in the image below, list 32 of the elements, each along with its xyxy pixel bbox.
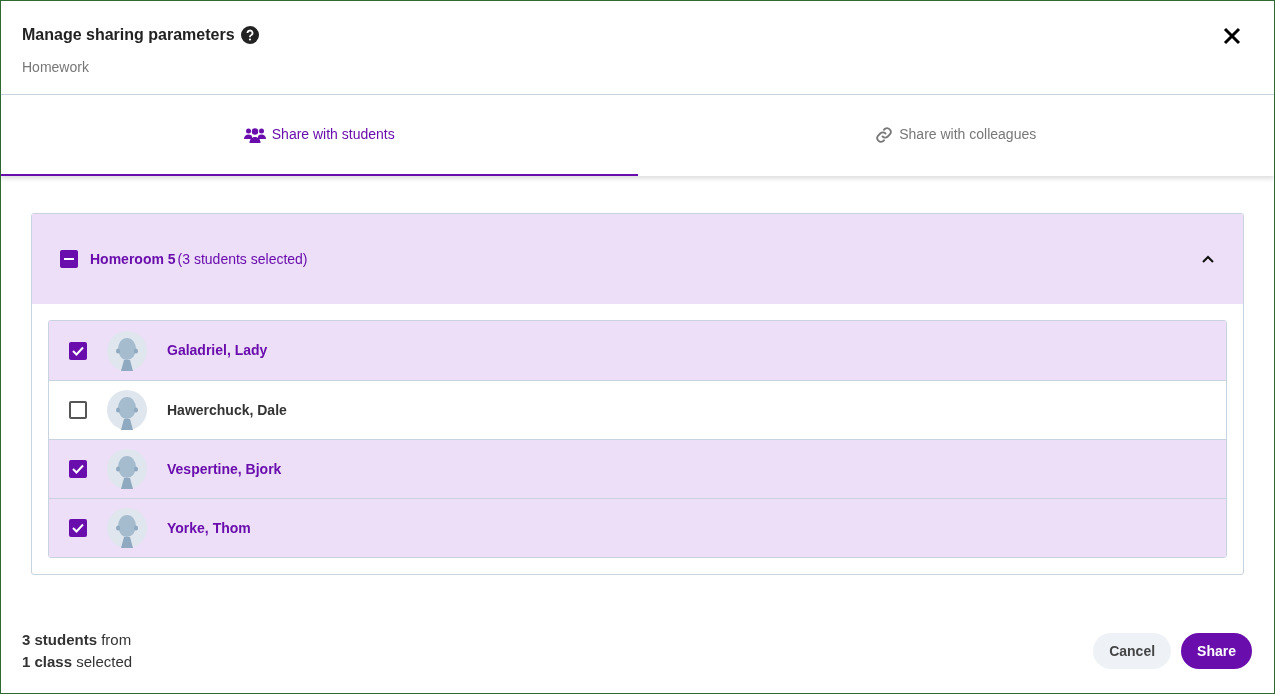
avatar-icon [107,390,147,430]
checkbox[interactable] [69,460,87,478]
avatar-icon [107,508,147,548]
dialog-title: Manage sharing parameters [22,25,235,45]
checkbox[interactable] [60,250,78,268]
student-name: Vespertine, Bjork [167,459,282,479]
checkbox[interactable] [69,401,87,419]
class-name: Homeroom 5 [90,249,176,269]
selection-summary: 1 class selected [22,652,133,672]
tab[interactable]: Share with students [1,95,638,176]
student-name: Yorke, Thom [167,518,251,538]
checkbox[interactable] [69,519,87,537]
share-button[interactable]: Share [1181,633,1252,669]
student-name: Hawerchuck, Dale [167,400,287,420]
student-row[interactable]: Yorke, Thom [49,498,1226,557]
close-button[interactable] [1223,27,1241,45]
student-row[interactable]: Galadriel, Lady [49,321,1226,380]
avatar-icon [107,449,147,489]
tab[interactable]: Share with colleagues [637,95,1274,176]
student-row[interactable]: Vespertine, Bjork [49,439,1226,498]
selection-count: (3 students selected) [177,249,308,269]
link-icon [875,125,894,144]
dialog-subtitle: Homework [22,58,90,77]
help-icon[interactable] [240,26,259,44]
class-header[interactable]: Homeroom 5(3 students selected) [32,214,1243,304]
cancel-button[interactable]: Cancel [1093,633,1172,669]
student-name: Galadriel, Lady [167,341,268,360]
chevron-icon[interactable] [1201,254,1215,264]
people-icon [243,126,266,143]
checkbox[interactable] [69,341,87,360]
selection-summary: 3 students from [22,630,133,650]
avatar-icon [107,330,147,371]
